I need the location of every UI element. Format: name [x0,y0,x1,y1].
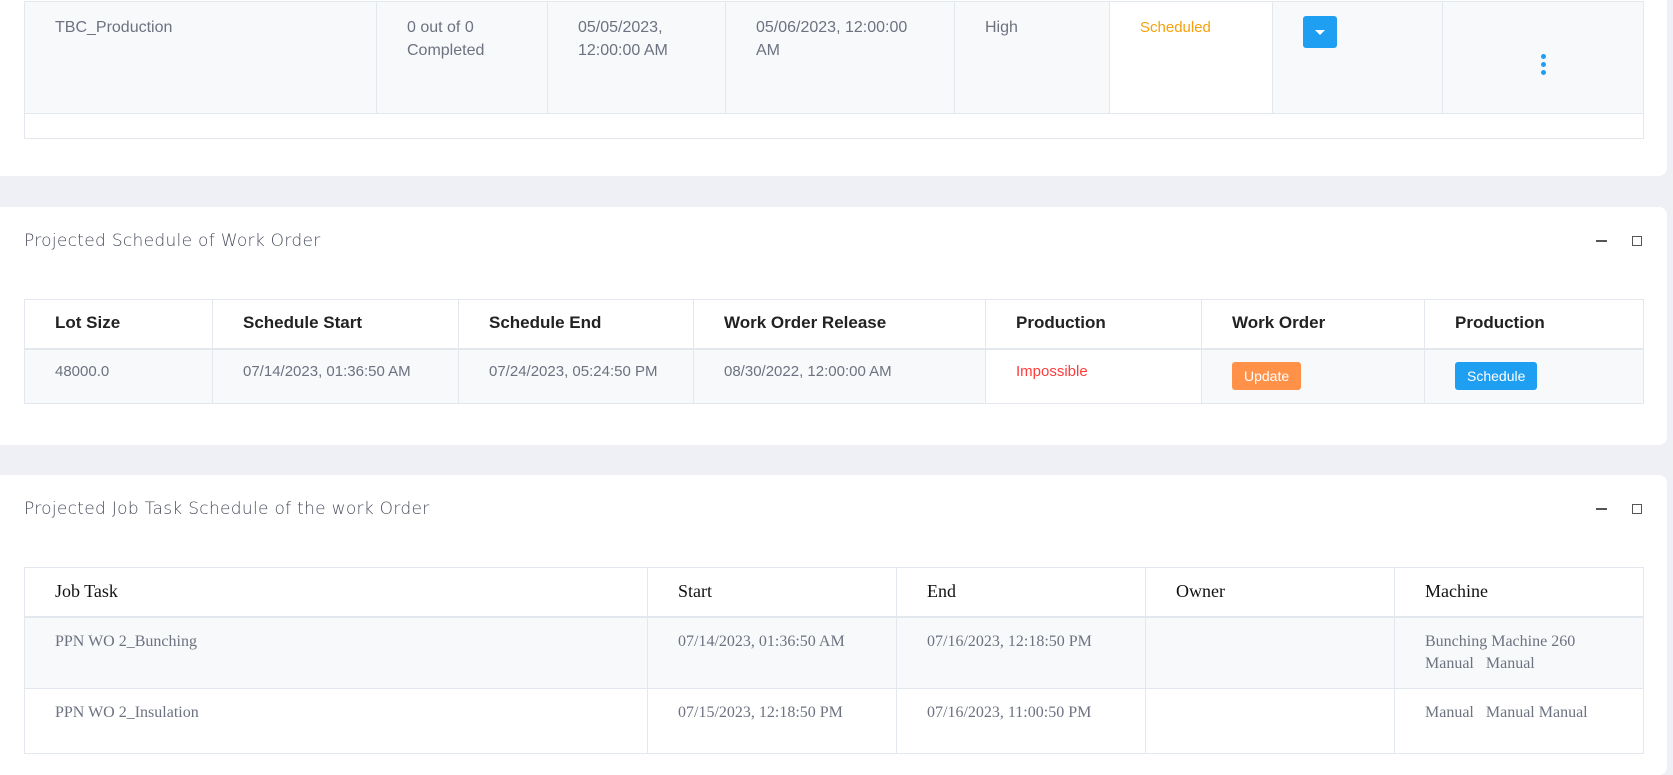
card-tools [1593,233,1645,249]
work-order-card: TBC_Production 0 out of 0 Completed 05/0… [0,0,1667,176]
card-tools [1593,501,1645,517]
column-header: Production [985,299,1202,350]
minimize-icon [1595,240,1607,242]
lot-size: 48000.0 [24,348,213,404]
card-title: Projected Job Task Schedule of the work … [24,499,430,519]
work-order-progress: 0 out of 0 Completed [376,1,548,114]
expand-button[interactable] [1629,233,1645,249]
table-header: Job Task Start End Owner Machine [24,567,1644,618]
work-order-action-cell: Update [1201,348,1425,404]
job-task-start: 07/14/2023, 01:36:50 AM [647,616,897,689]
job-task-end: 07/16/2023, 11:00:50 PM [896,688,1146,754]
job-task-name: PPN WO 2_Bunching [24,616,648,689]
production-status: Impossible [1016,363,1088,380]
job-task-end: 07/16/2023, 12:18:50 PM [896,616,1146,689]
work-order-table: TBC_Production 0 out of 0 Completed 05/0… [24,1,1644,139]
expand-icon [1632,236,1642,246]
schedule-button[interactable]: Schedule [1455,362,1538,390]
job-task-name: PPN WO 2_Insulation [24,688,648,754]
status-cell: Scheduled [1109,1,1273,114]
schedule-end: 07/24/2023, 05:24:50 PM [458,348,694,404]
minimize-button[interactable] [1593,501,1609,517]
table-row: 48000.0 07/14/2023, 01:36:50 AM 07/24/20… [24,348,1644,404]
work-order-priority: High [954,1,1110,114]
caret-down-icon [1315,29,1325,35]
table-row: PPN WO 2_Bunching 07/14/2023, 01:36:50 A… [24,616,1644,689]
card-title: Projected Schedule of Work Order [24,231,321,251]
production-action-cell: Schedule [1424,348,1644,404]
expand-button[interactable] [1629,501,1645,517]
status-badge: Scheduled [1140,19,1211,36]
table-row: PPN WO 2_Insulation 07/15/2023, 12:18:50… [24,688,1644,754]
job-task-machine: Manual Manual Manual [1394,688,1644,754]
minimize-button[interactable] [1593,233,1609,249]
job-task-machine: Bunching Machine 260 Manual Manual [1394,616,1644,689]
table-row-empty [24,113,1644,139]
table-row: TBC_Production 0 out of 0 Completed 05/0… [24,1,1644,114]
update-button[interactable]: Update [1232,362,1302,390]
projected-schedule-card: Projected Schedule of Work Order Lot Siz… [0,207,1667,445]
job-task-start: 07/15/2023, 12:18:50 PM [647,688,897,754]
column-header: Owner [1145,567,1395,618]
column-header: Lot Size [24,299,213,350]
work-order-end: 05/06/2023, 12:00:00 AM [725,1,955,114]
column-header: Schedule Start [212,299,459,350]
production-status-cell: Impossible [985,348,1202,404]
schedule-start: 07/14/2023, 01:36:50 AM [212,348,459,404]
job-task-table: Job Task Start End Owner Machine PPN WO … [24,567,1644,754]
column-header: End [896,567,1146,618]
job-task-schedule-card: Projected Job Task Schedule of the work … [0,475,1667,775]
column-header: Machine [1394,567,1644,618]
work-order-release: 08/30/2022, 12:00:00 AM [693,348,986,404]
dropdown-cell [1272,1,1443,114]
column-header: Work Order [1201,299,1425,350]
dropdown-button[interactable] [1303,16,1337,48]
projected-schedule-table: Lot Size Schedule Start Schedule End Wor… [24,299,1644,404]
column-header: Production [1424,299,1644,350]
column-header: Start [647,567,897,618]
column-header: Work Order Release [693,299,986,350]
job-task-owner [1145,616,1395,689]
minimize-icon [1595,508,1607,510]
job-task-owner [1145,688,1395,754]
column-header: Job Task [24,567,648,618]
actions-cell [1442,1,1644,114]
column-header: Schedule End [458,299,694,350]
vertical-ellipsis-icon[interactable] [1473,54,1613,75]
expand-icon [1632,504,1642,514]
work-order-name: TBC_Production [24,1,377,114]
table-header: Lot Size Schedule Start Schedule End Wor… [24,299,1644,350]
work-order-start: 05/05/2023, 12:00:00 AM [547,1,726,114]
